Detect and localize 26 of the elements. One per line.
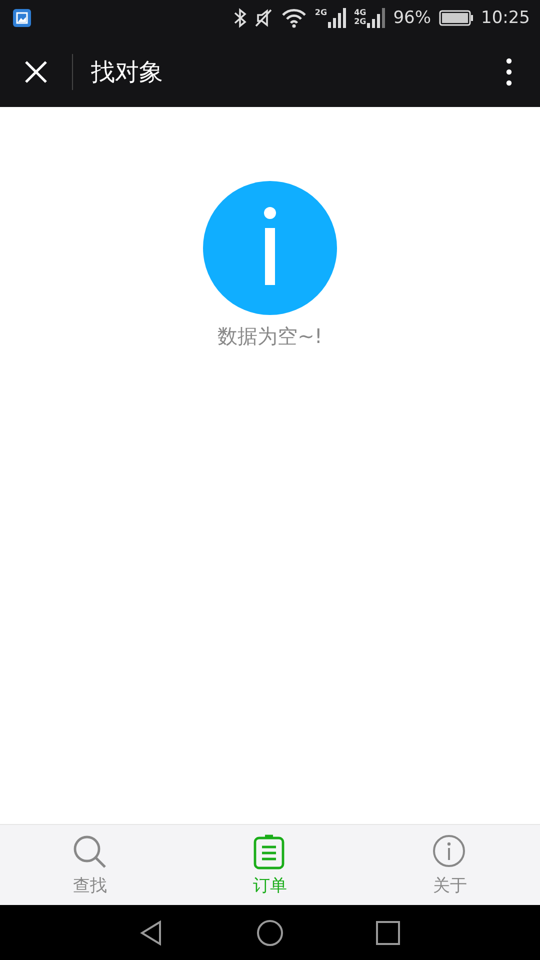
info-icon: [432, 834, 468, 870]
network-label: 4G: [354, 8, 366, 17]
tab[interactable]: 关于: [360, 825, 540, 905]
signal-icon: [367, 8, 386, 28]
empty-message: 数据为空~!: [218, 323, 322, 350]
signal-icon: [328, 8, 346, 28]
recent-apps-icon: [374, 918, 402, 946]
bluetooth-icon: [232, 8, 247, 28]
recent-apps-button[interactable]: [374, 918, 402, 946]
app-icon: [13, 9, 31, 27]
tab[interactable]: 查找: [0, 825, 180, 905]
search-icon: [72, 834, 108, 870]
clock: 10:25: [481, 8, 530, 28]
close-icon: [24, 60, 48, 84]
home-icon: [256, 918, 284, 946]
battery-percent: 96%: [393, 8, 431, 28]
tab[interactable]: 订单: [180, 825, 360, 905]
home-button[interactable]: [256, 918, 284, 946]
network-label: 2G: [314, 8, 328, 17]
battery-icon: [439, 10, 473, 26]
info-icon: [203, 181, 337, 315]
mute-icon: [254, 8, 273, 28]
wifi-icon: [280, 7, 307, 29]
page-title: 找对象: [91, 56, 164, 88]
network-label: 2G: [354, 17, 366, 26]
more-icon: [506, 58, 512, 86]
